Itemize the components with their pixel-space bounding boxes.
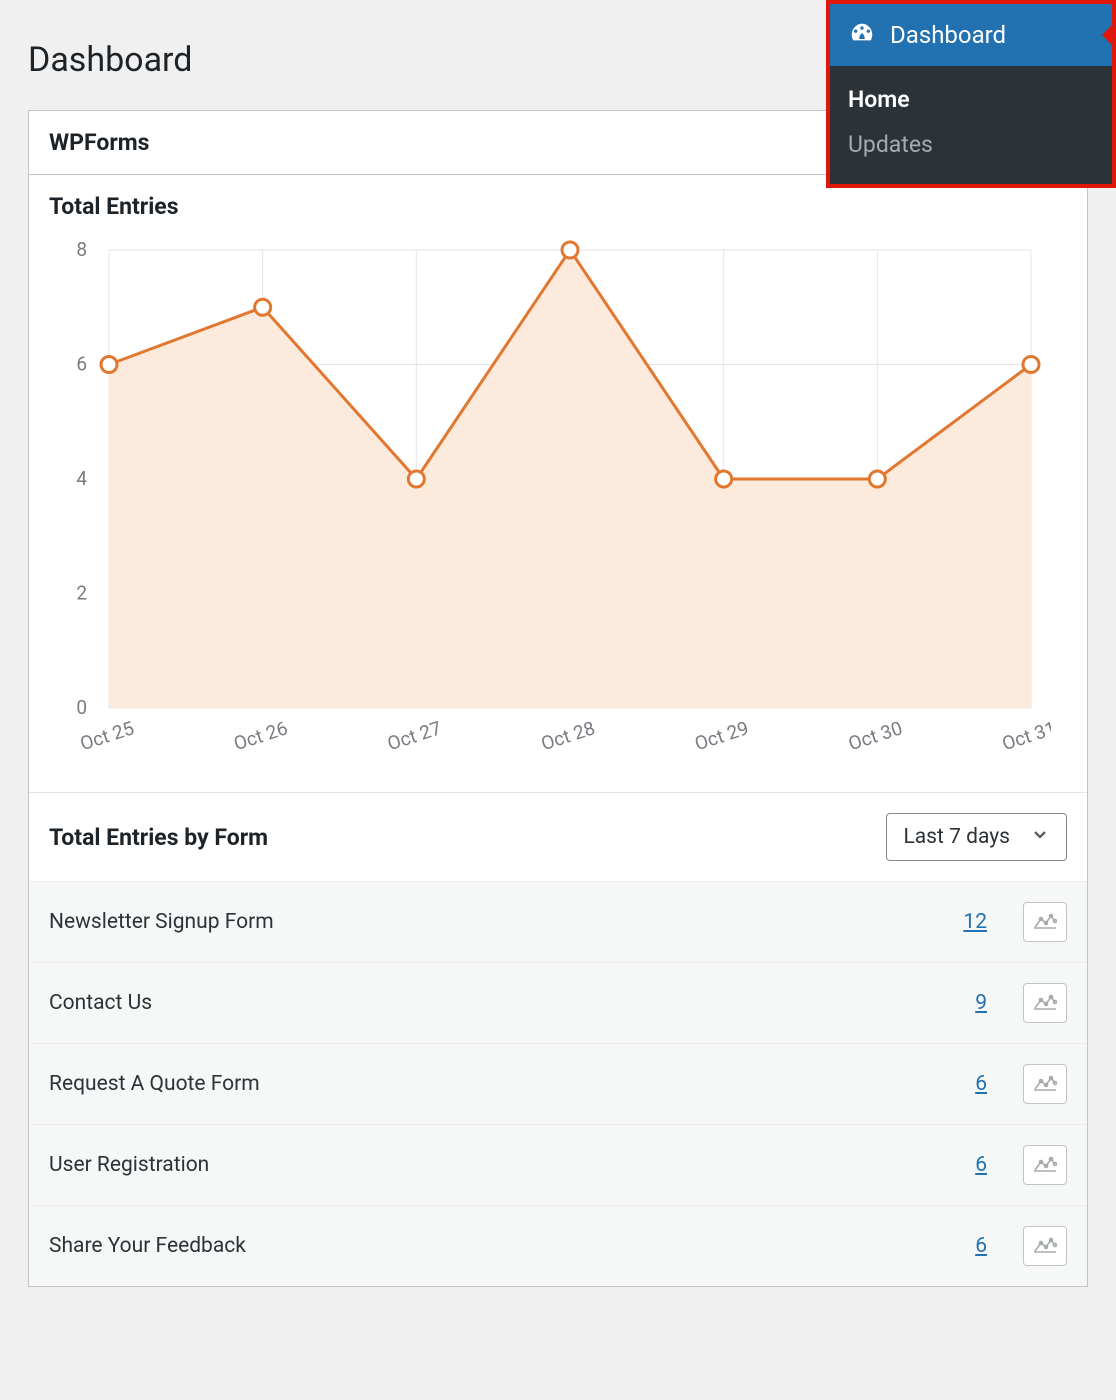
svg-text:2: 2 xyxy=(76,582,87,605)
form-name: Contact Us xyxy=(49,991,152,1015)
form-name: Share Your Feedback xyxy=(49,1234,246,1258)
form-name: Request A Quote Form xyxy=(49,1072,260,1096)
sidebar-item-dashboard[interactable]: Dashboard xyxy=(830,4,1112,66)
form-count-link[interactable]: 6 xyxy=(975,1072,987,1096)
svg-text:Oct 29: Oct 29 xyxy=(692,716,752,755)
form-chart-button[interactable] xyxy=(1023,1064,1067,1104)
wpforms-widget: WPForms Total Entries 02468 Oct 25Oct 26… xyxy=(28,110,1088,1287)
form-name: Newsletter Signup Form xyxy=(49,910,274,934)
chart-line-icon xyxy=(1033,992,1057,1014)
svg-text:Oct 26: Oct 26 xyxy=(231,716,291,755)
sidebar-dashboard-menu: Dashboard Home Updates xyxy=(826,0,1116,188)
sidebar-item-home[interactable]: Home xyxy=(848,86,1094,113)
svg-text:Oct 27: Oct 27 xyxy=(384,716,444,755)
form-name: User Registration xyxy=(49,1153,209,1177)
svg-text:Oct 25: Oct 25 xyxy=(77,716,137,755)
form-chart-button[interactable] xyxy=(1023,1226,1067,1266)
chart-line-icon xyxy=(1033,1235,1057,1257)
chevron-down-icon xyxy=(1030,824,1050,850)
date-range-select[interactable]: Last 7 days xyxy=(886,813,1067,861)
chart-line-icon xyxy=(1033,1073,1057,1095)
form-row: Request A Quote Form 6 xyxy=(29,1043,1087,1124)
form-count-link[interactable]: 12 xyxy=(963,910,987,934)
svg-text:6: 6 xyxy=(76,353,87,376)
svg-text:Oct 31: Oct 31 xyxy=(999,716,1051,755)
svg-text:4: 4 xyxy=(76,467,87,490)
form-row: Newsletter Signup Form 12 xyxy=(29,881,1087,962)
form-row: User Registration 6 xyxy=(29,1124,1087,1205)
range-select-label: Last 7 days xyxy=(903,825,1010,849)
svg-text:Oct 30: Oct 30 xyxy=(845,716,905,755)
form-row: Contact Us 9 xyxy=(29,962,1087,1043)
sidebar-submenu: Home Updates xyxy=(830,66,1112,184)
svg-text:Oct 28: Oct 28 xyxy=(538,716,598,755)
form-chart-button[interactable] xyxy=(1023,1145,1067,1185)
chart-line-icon xyxy=(1033,911,1057,933)
form-chart-button[interactable] xyxy=(1023,902,1067,942)
dashboard-icon xyxy=(848,18,876,52)
svg-text:8: 8 xyxy=(76,238,87,261)
sidebar-label-dashboard: Dashboard xyxy=(890,21,1006,49)
form-list: Newsletter Signup Form 12 Contact Us 9 Req… xyxy=(29,881,1087,1286)
chart-title: Total Entries xyxy=(49,193,1067,220)
form-chart-button[interactable] xyxy=(1023,983,1067,1023)
total-entries-chart: Total Entries 0 2 4 6 8 Oct 25 Oct 26 Oct 27 Oc… xyxy=(29,175,1087,792)
form-row: Share Your Feedback 6 xyxy=(29,1205,1087,1286)
sidebar-item-updates[interactable]: Updates xyxy=(848,131,1094,158)
form-count-link[interactable]: 6 xyxy=(975,1153,987,1177)
by-form-header: Total Entries by Form Last 7 days xyxy=(29,792,1087,881)
form-count-link[interactable]: 9 xyxy=(975,991,987,1015)
by-form-title: Total Entries by Form xyxy=(49,824,268,851)
entries-line-chart: 0 2 4 6 8 Oct 25 Oct 26 Oct 27 Oct 28 Oct 29 Oct … xyxy=(49,234,1051,774)
chart-line-icon xyxy=(1033,1154,1057,1176)
svg-text:0: 0 xyxy=(76,696,87,719)
form-count-link[interactable]: 6 xyxy=(975,1234,987,1258)
